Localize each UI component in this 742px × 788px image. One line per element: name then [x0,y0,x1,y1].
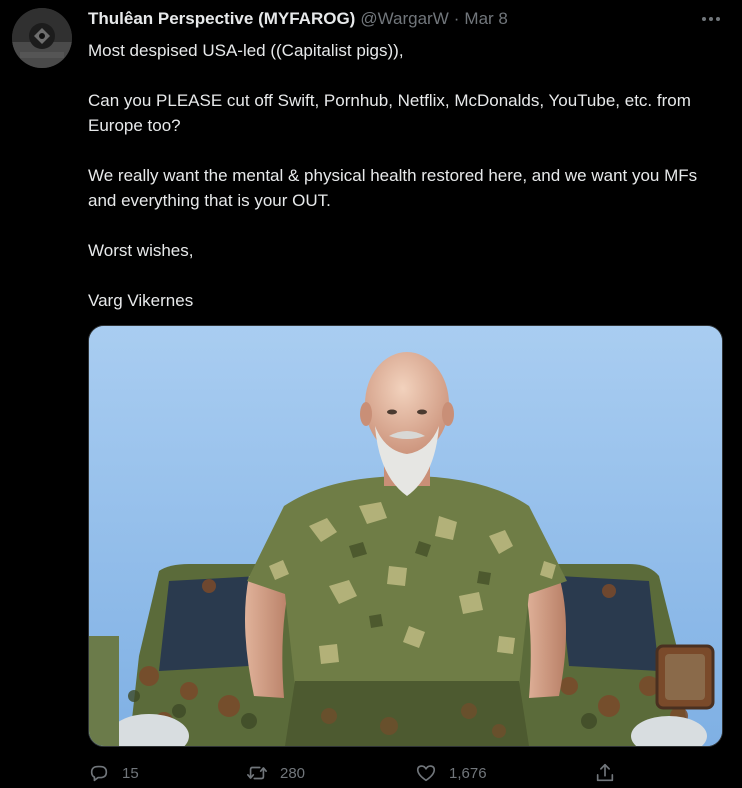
reply-button[interactable]: 15 [88,762,139,784]
share-icon [596,763,614,782]
avatar-emblem-icon [12,8,72,68]
heart-icon [416,765,436,782]
tweet-paragraph: Most despised USA-led ((Capitalist pigs)… [88,41,404,60]
share-button[interactable] [594,762,616,784]
header-separator: · [453,9,460,28]
retweet-button[interactable]: 280 [246,762,305,784]
tweet-header: Thulêan Perspective (MYFAROG) @WargarW ·… [88,9,508,31]
like-count: 1,676 [449,764,487,782]
tweet-paragraph: We really want the mental & physical hea… [88,166,698,210]
retweet-icon [247,766,267,780]
photo-man-in-camouflage-shirt [89,326,722,746]
tweet-actions: 15 280 1,676 [88,762,728,786]
more-options-button[interactable] [696,8,726,30]
tweet-photo[interactable] [88,325,723,747]
author-display-name[interactable]: Thulêan Perspective (MYFAROG) [88,9,355,29]
tweet-paragraph: Worst wishes, [88,241,194,260]
tweet-date[interactable]: Mar 8 [464,9,507,29]
tweet[interactable]: Thulêan Perspective (MYFAROG) @WargarW ·… [0,0,742,788]
tweet-paragraph: Can you PLEASE cut off Swift, Pornhub, N… [88,91,691,135]
author-avatar[interactable] [12,8,72,68]
more-horizontal-icon [702,17,706,21]
retweet-count: 280 [280,764,306,782]
tweet-text: Most despised USA-led ((Capitalist pigs)… [88,38,728,313]
reply-count: 15 [122,764,139,782]
like-button[interactable]: 1,676 [415,762,487,784]
reply-icon [90,765,108,782]
author-handle[interactable]: @WargarW [360,9,448,29]
tweet-paragraph: Varg Vikernes [88,291,194,310]
